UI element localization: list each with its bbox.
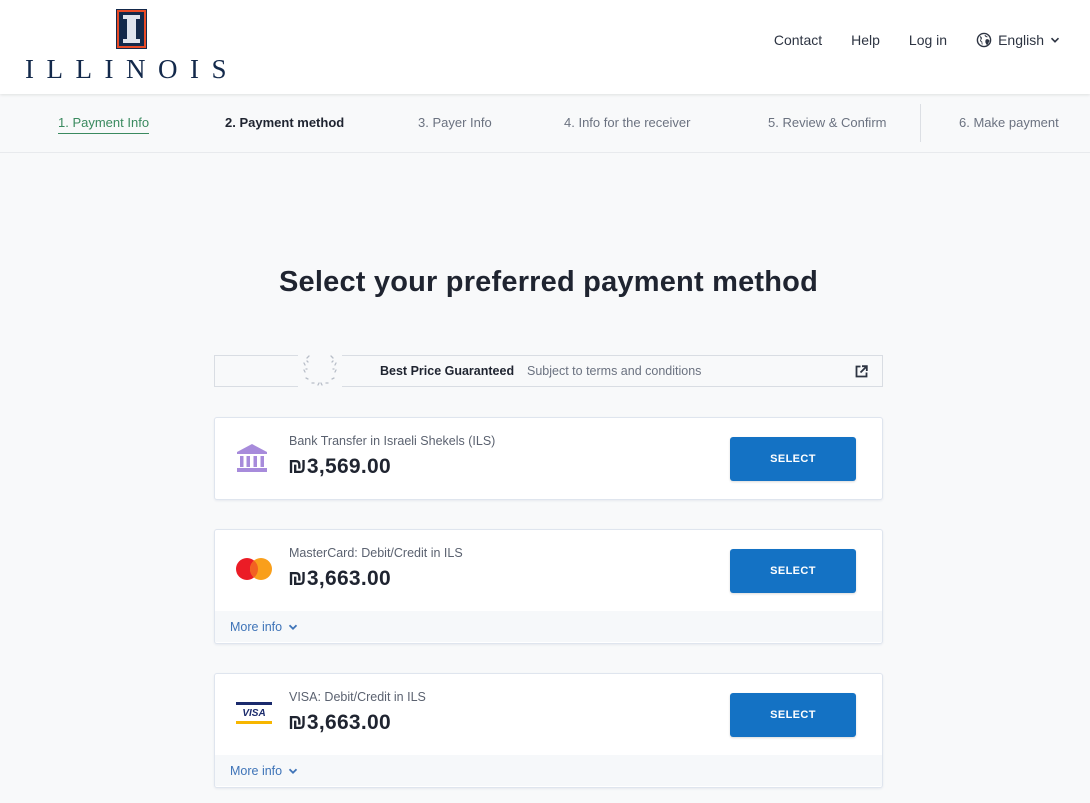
mastercard-icon [236,558,272,580]
top-nav: Contact Help Log in English [745,32,1060,48]
language-label: English [998,32,1044,48]
checkout-steps: 1. Payment Info 2. Payment method 3. Pay… [0,94,1090,153]
step-review-confirm[interactable]: 5. Review & Confirm [768,115,886,130]
method-name: Bank Transfer in Israeli Shekels (ILS) [289,434,496,448]
header: ILLINOIS Contact Help Log in English [0,0,1090,94]
chevron-down-icon [288,624,298,630]
logo-text: ILLINOIS [25,54,239,84]
more-info-toggle[interactable]: More info [215,611,882,642]
contact-link[interactable]: Contact [774,32,822,48]
step-make-payment[interactable]: 6. Make payment [959,115,1059,130]
illinois-logo[interactable]: ILLINOIS [25,9,245,85]
guarantee-title: Best Price Guaranteed [380,364,515,378]
method-price: ₪3,569.00 [288,455,392,478]
step-payment-info[interactable]: 1. Payment Info [58,115,150,134]
payment-method-bank-transfer: Bank Transfer in Israeli Shekels (ILS) ₪… [214,417,883,500]
select-bank-transfer-button[interactable]: SELECT [730,437,856,481]
svg-text:VISA: VISA [242,708,265,719]
laurel-icon [298,352,342,390]
login-link[interactable]: Log in [909,32,947,48]
more-info-label: More info [230,619,283,634]
method-price: ₪3,663.00 [288,711,392,734]
step-receiver-info[interactable]: 4. Info for the receiver [564,115,690,130]
page-title: Select your preferred payment method [278,266,818,298]
visa-icon: VISA [236,702,272,724]
select-visa-button[interactable]: SELECT [730,693,856,737]
language-selector[interactable]: English [976,32,1060,48]
chevron-down-icon [288,768,298,774]
bank-icon [237,444,267,472]
chevron-down-icon [1050,37,1060,43]
payment-method-visa: VISA VISA: Debit/Credit in ILS ₪3,663.00… [214,673,883,788]
block-i-icon [116,9,147,49]
step-divider [920,104,921,142]
method-name: VISA: Debit/Credit in ILS [289,690,426,704]
more-info-label: More info [230,763,283,778]
globe-icon [976,32,992,48]
method-price: ₪3,663.00 [288,567,392,590]
more-info-toggle[interactable]: More info [215,755,882,786]
best-price-banner[interactable]: Best Price Guaranteed Subject to terms a… [214,352,883,390]
external-link-icon[interactable] [855,365,868,378]
help-link[interactable]: Help [851,32,880,48]
guarantee-subtitle: Subject to terms and conditions [527,364,702,378]
payment-method-mastercard: MasterCard: Debit/Credit in ILS ₪3,663.0… [214,529,883,644]
step-payment-method[interactable]: 2. Payment method [225,115,344,130]
step-payer-info[interactable]: 3. Payer Info [418,115,492,130]
method-name: MasterCard: Debit/Credit in ILS [289,546,463,560]
select-mastercard-button[interactable]: SELECT [730,549,856,593]
